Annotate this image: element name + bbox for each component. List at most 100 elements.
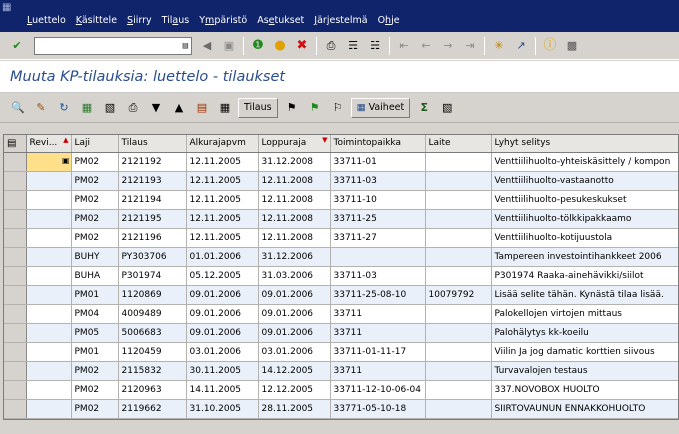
cancel-icon[interactable]: ✖ — [293, 37, 311, 55]
new-session-icon[interactable]: ✳ — [490, 37, 508, 55]
detail-icon[interactable]: 🔍 — [8, 98, 28, 118]
menu-item[interactable]: Asetukset — [252, 15, 309, 27]
phases-button[interactable]: ▦ Vaiheet — [350, 97, 411, 118]
layout-icon[interactable]: ▩ — [563, 37, 581, 55]
command-field[interactable]: ▤ — [34, 36, 192, 55]
row-selector[interactable] — [4, 228, 27, 248]
row-selector[interactable] — [4, 209, 27, 229]
table-cell[interactable] — [26, 266, 72, 286]
first-page-icon[interactable]: ⇤ — [395, 37, 413, 55]
table-cell[interactable] — [26, 228, 72, 248]
table-cell[interactable] — [26, 285, 72, 305]
select-all-cell[interactable]: ▤ — [4, 135, 27, 153]
column-header[interactable]: Lyhyt selitys — [491, 135, 678, 153]
row-selector[interactable] — [4, 285, 27, 305]
check-icon[interactable]: ✔ — [8, 37, 26, 55]
table-row[interactable]: PM02 2120963 14.11.2005 12.12.2005 33711-12-… — [4, 380, 678, 400]
exit-icon[interactable]: ● — [271, 37, 289, 55]
green-flag-icon[interactable]: ⚑ — [305, 98, 325, 118]
table-row[interactable]: PM02 2121196 12.11.2005 12.11.2008 33711-27 V… — [4, 228, 678, 248]
history-icon[interactable]: ▤ — [183, 41, 188, 51]
last-page-icon[interactable]: ⇥ — [461, 37, 479, 55]
save-icon[interactable]: ▣ — [220, 37, 238, 55]
filter-icon[interactable]: ▼ — [146, 98, 166, 118]
table-cell[interactable] — [26, 323, 72, 343]
sigma-icon[interactable]: Σ — [414, 98, 434, 118]
edit-icon[interactable]: ✎ — [31, 98, 51, 118]
find-icon[interactable]: ☴ — [344, 37, 362, 55]
column-header[interactable]: Tilaus — [118, 135, 187, 153]
select-all-icon[interactable]: ▦ — [77, 98, 97, 118]
table-row[interactable]: PM05 5006683 09.01.2006 09.01.2006 33711 Palo… — [4, 323, 678, 343]
system-menu-icon[interactable]: ▦ — [2, 2, 16, 13]
row-selector[interactable] — [4, 342, 27, 362]
deselect-icon[interactable]: ▧ — [100, 98, 120, 118]
row-selector[interactable] — [4, 266, 27, 286]
row-selector[interactable] — [4, 380, 27, 400]
calculator-icon[interactable]: ▦ — [215, 98, 235, 118]
column-header[interactable]: Loppuraja ▼ — [258, 135, 331, 153]
next-page-icon[interactable]: → — [439, 37, 457, 55]
row-selector[interactable] — [4, 323, 27, 343]
table-row[interactable]: PM02 2121193 12.11.2005 12.11.2008 33711-03 V… — [4, 171, 678, 191]
menu-item[interactable]: Siirry — [122, 15, 157, 27]
menu-item[interactable]: Luettelo — [22, 15, 71, 27]
menu-item[interactable]: Tilaus — [157, 15, 195, 27]
export-icon[interactable]: ▧ — [437, 98, 457, 118]
table-cell[interactable] — [26, 304, 72, 324]
shortcut-icon[interactable]: ↗ — [512, 37, 530, 55]
collapse-icon[interactable]: ◀ — [198, 37, 216, 55]
table-cell[interactable] — [26, 247, 72, 267]
find-next-icon[interactable]: ☵ — [366, 37, 384, 55]
column-header[interactable]: Laji — [71, 135, 119, 153]
table-cell[interactable] — [26, 380, 72, 400]
table-row[interactable]: PM01 1120869 09.01.2006 09.01.2006 33711-25-… — [4, 285, 678, 305]
flags-icon[interactable]: ⚐ — [328, 98, 348, 118]
column-header[interactable]: Toimintopaikka — [330, 135, 426, 153]
row-selector[interactable] — [4, 171, 27, 191]
table-row[interactable]: PM02 2119662 31.10.2005 28.11.2005 33771-05-… — [4, 399, 678, 419]
menu-item[interactable]: Järjestelmä — [309, 15, 372, 27]
table-cell[interactable] — [26, 209, 72, 229]
cell-value: 31.10.2005 — [189, 403, 242, 414]
table-cell[interactable] — [26, 342, 72, 362]
refresh-icon[interactable]: ↻ — [54, 98, 74, 118]
row-selector[interactable] — [4, 399, 27, 419]
back-icon[interactable]: ❶ — [249, 37, 267, 55]
table-row[interactable]: PM04 4009489 09.01.2006 09.01.2006 33711 Palo… — [4, 304, 678, 324]
print-icon[interactable]: ⎙ — [322, 37, 340, 55]
table-row[interactable]: BUHY PY303706 01.01.2006 31.12.2006 Tamperee… — [4, 247, 678, 267]
table-cell: PM02 — [71, 399, 119, 419]
table-cell[interactable]: ▣ — [26, 152, 72, 172]
document-flag-icon[interactable]: ⚑ — [282, 98, 302, 118]
row-selector[interactable] — [4, 190, 27, 210]
column-header[interactable]: Alkurajapvm — [186, 135, 259, 153]
table-cell[interactable] — [26, 399, 72, 419]
help-icon[interactable]: ⓘ — [541, 37, 559, 55]
row-selector[interactable] — [4, 247, 27, 267]
table-row[interactable]: PM02 2121195 12.11.2005 12.11.2008 33711-25 V… — [4, 209, 678, 229]
table-row[interactable]: PM02 2121194 12.11.2005 12.11.2008 33711-10 V… — [4, 190, 678, 210]
prev-page-icon[interactable]: ← — [417, 37, 435, 55]
table-row[interactable]: BUHA P301974 05.12.2005 31.03.2006 33711-03 P… — [4, 266, 678, 286]
menu-item[interactable]: Käsittele — [71, 15, 122, 27]
print-preview-icon[interactable]: ⎙ — [123, 98, 143, 118]
order-button[interactable]: Tilaus — [238, 97, 278, 118]
row-selector[interactable] — [4, 152, 27, 172]
sum-icon[interactable]: ▤ — [192, 98, 212, 118]
menu-item[interactable]: Ympäristö — [194, 15, 252, 27]
column-header[interactable]: Revi... ▲ — [26, 135, 72, 153]
column-header[interactable]: Laite — [425, 135, 492, 153]
sort-icon[interactable]: ▲ — [169, 98, 189, 118]
table-row[interactable]: ▣ PM02 2121192 12.11.2005 31.12.2008 33711-01… — [4, 152, 678, 172]
menu-item[interactable]: Ohje — [373, 15, 405, 27]
row-selector[interactable] — [4, 304, 27, 324]
table-row[interactable]: PM01 1120459 03.01.2006 03.01.2006 33711-01-… — [4, 342, 678, 362]
table-row[interactable]: PM02 2115832 30.11.2005 14.12.2005 33711 Turv… — [4, 361, 678, 381]
table-cell[interactable] — [26, 171, 72, 191]
table-cell: Venttiilihuolto-yhteiskäsittely / kompon — [491, 152, 678, 172]
table-cell[interactable] — [26, 190, 72, 210]
row-selector[interactable] — [4, 361, 27, 381]
value-help-icon[interactable]: ▣ — [62, 156, 70, 165]
table-cell[interactable] — [26, 361, 72, 381]
